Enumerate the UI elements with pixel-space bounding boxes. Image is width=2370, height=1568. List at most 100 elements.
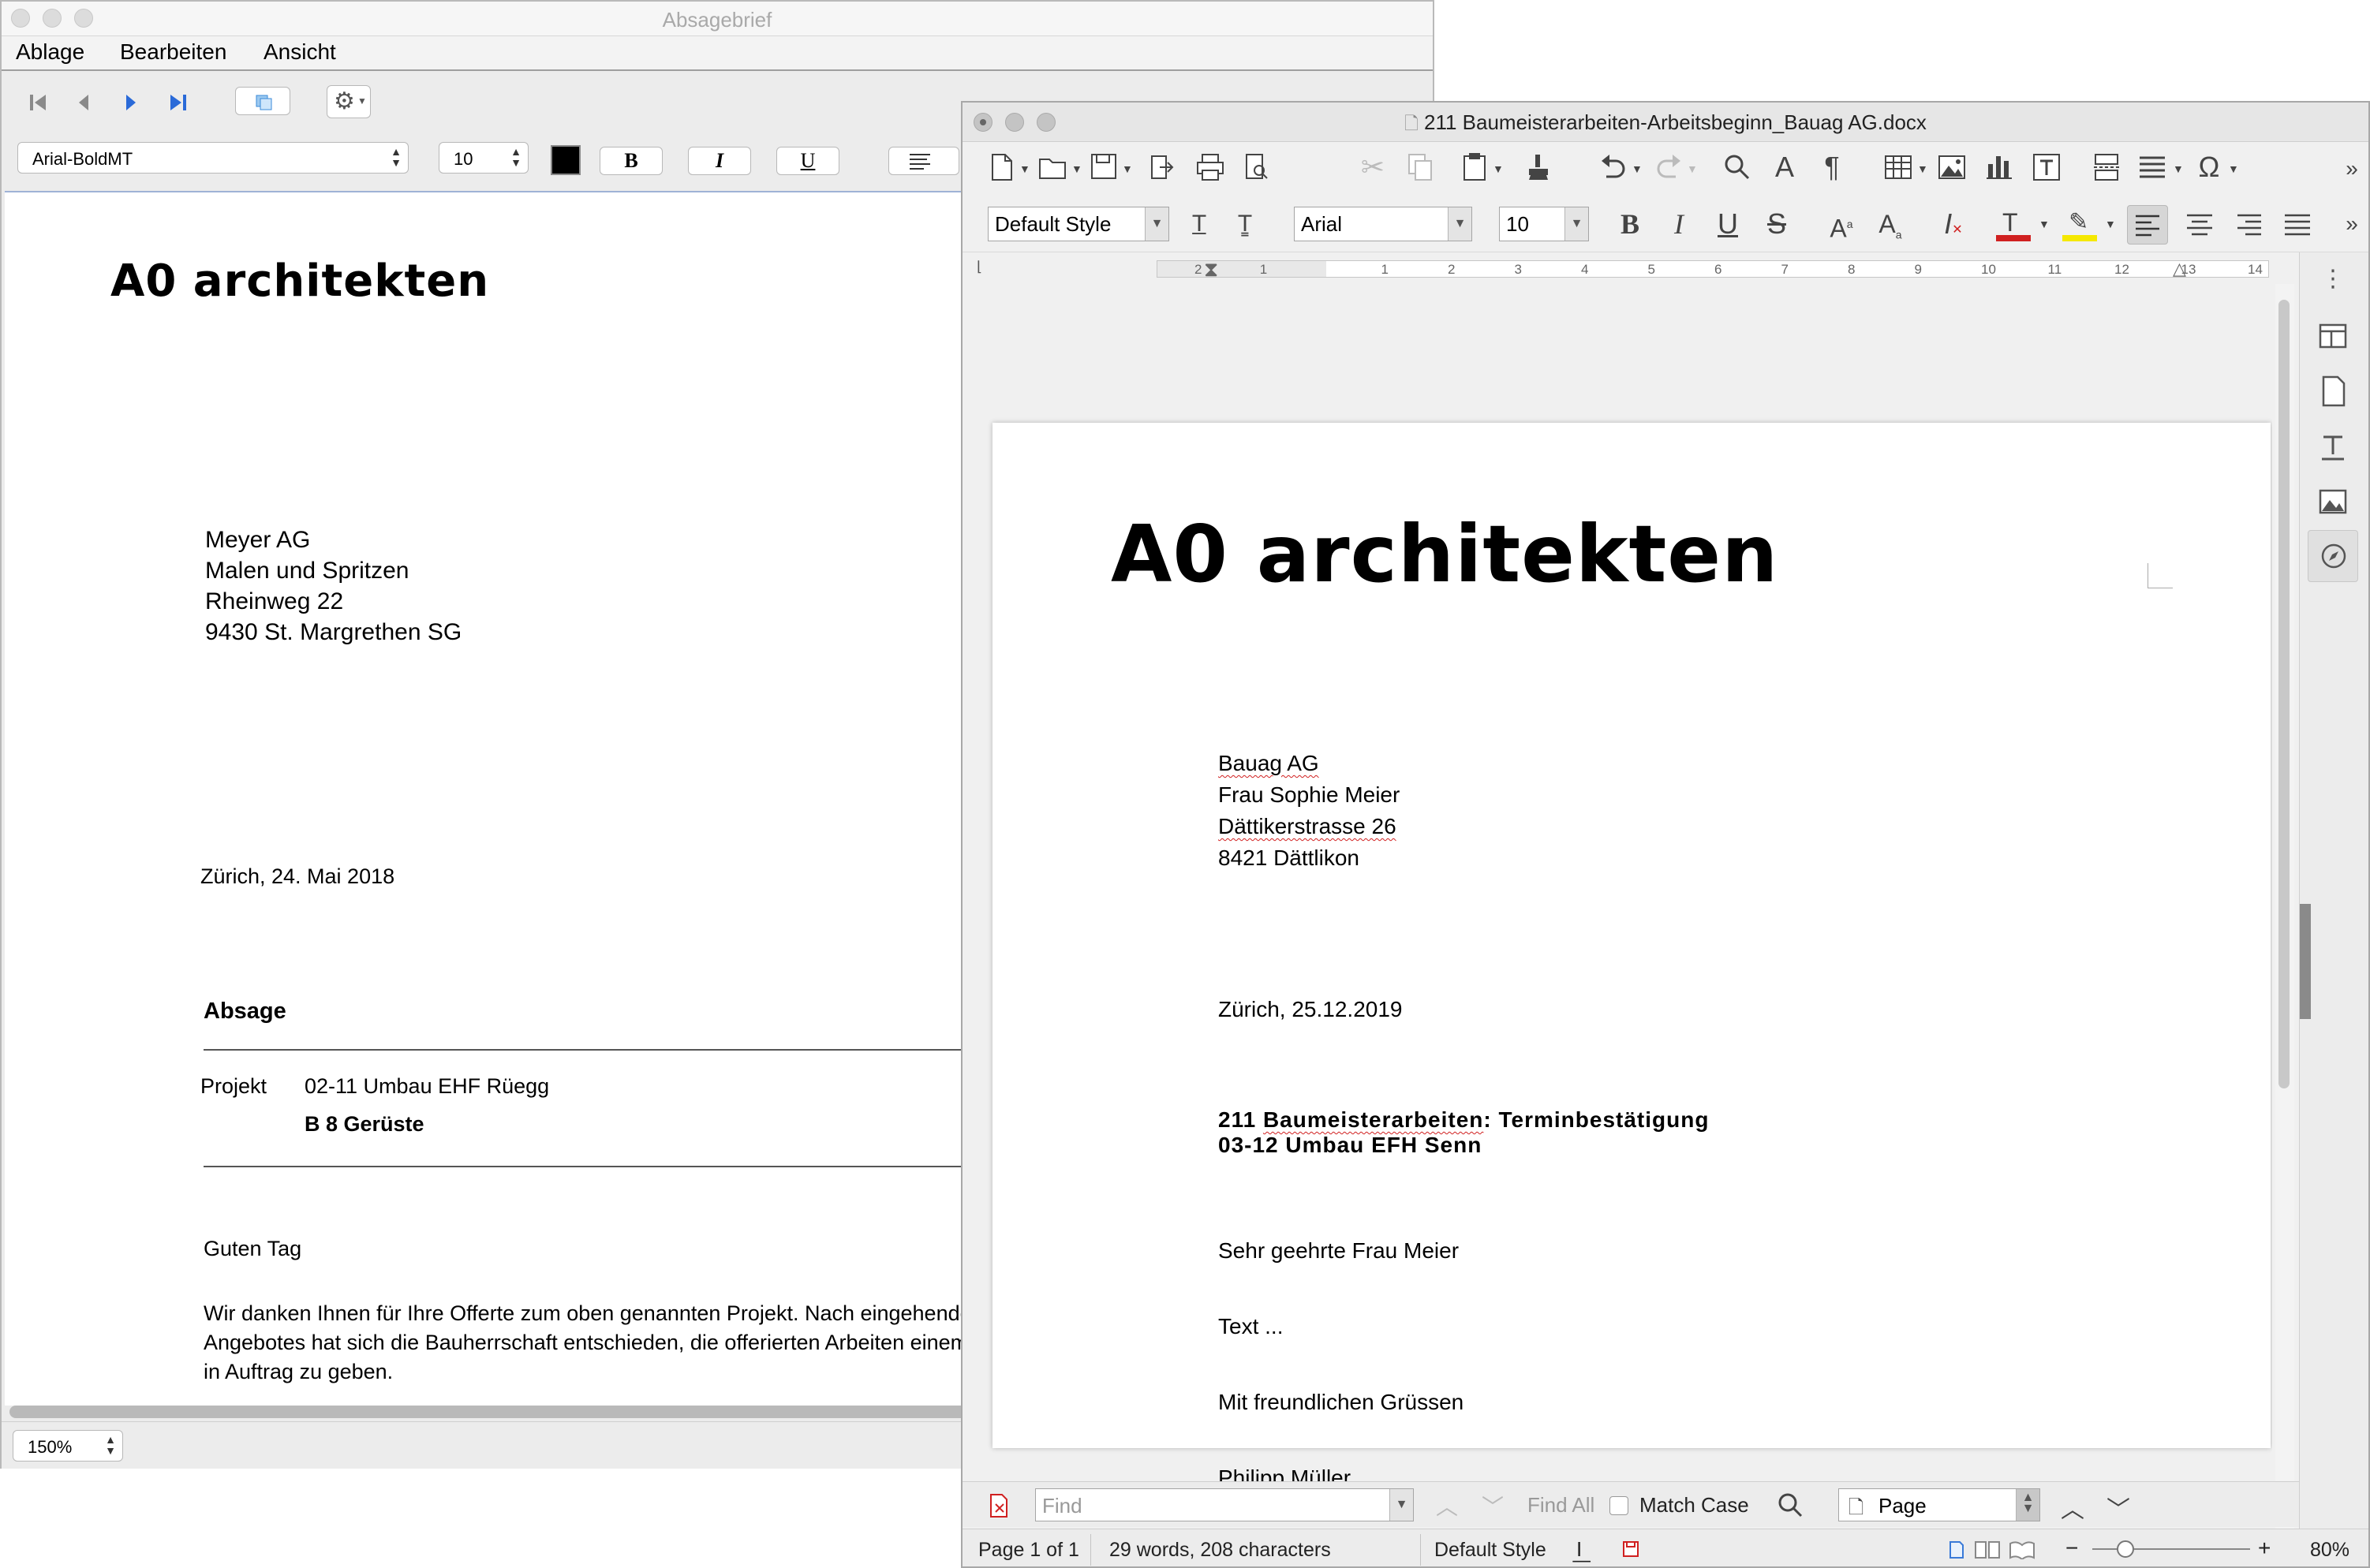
clear-formatting-icon[interactable]: I✕ — [1938, 208, 1969, 246]
underline-button[interactable]: U — [776, 147, 839, 175]
chevron-down-icon[interactable]: ▼ — [1071, 162, 1082, 175]
superscript-icon[interactable]: Aa — [1826, 208, 1857, 245]
vertical-scrollbar[interactable] — [2275, 284, 2294, 1562]
close-find-bar-icon[interactable] — [986, 1493, 1011, 1518]
next-element-icon[interactable]: ﹀ — [2106, 1490, 2130, 1525]
page-style[interactable]: Default Style — [1434, 1539, 1546, 1562]
font-size-select[interactable]: 10 ▼ — [1499, 207, 1589, 241]
insert-table-icon[interactable] — [1884, 153, 1912, 181]
print-preview-icon[interactable] — [1243, 153, 1270, 181]
spelling-icon[interactable]: A — [1770, 151, 1799, 183]
paragraph-style-select[interactable]: Default Style ▼ — [988, 207, 1169, 241]
formatting-marks-icon[interactable]: ¶ — [1818, 151, 1846, 183]
chevron-down-icon[interactable]: ▼ — [2039, 218, 2050, 230]
first-record-icon[interactable] — [27, 91, 49, 114]
chevron-down-icon[interactable]: ▼ — [1122, 162, 1133, 175]
chevron-down-icon[interactable]: ▼ — [1493, 162, 1504, 175]
new-document-icon[interactable] — [989, 153, 1015, 181]
page-icon[interactable] — [2314, 372, 2352, 410]
find-replace-icon[interactable] — [1723, 153, 1751, 181]
clone-formatting-icon[interactable] — [1526, 153, 1551, 181]
find-next-icon[interactable]: ﹀ — [1482, 1490, 1504, 1521]
zoom-level[interactable]: 80% — [2310, 1539, 2349, 1562]
special-character-icon[interactable]: Ω — [2195, 151, 2223, 183]
chevron-down-icon[interactable]: ▼ — [1019, 162, 1030, 175]
update-style-icon[interactable]: T̲ — [1183, 208, 1215, 240]
document-modified-icon[interactable] — [1622, 1540, 1639, 1558]
highlight-color-button[interactable]: ✎ — [2062, 208, 2100, 243]
next-record-icon[interactable] — [120, 91, 142, 114]
export-pdf-icon[interactable] — [1149, 153, 1176, 181]
properties-icon[interactable] — [2314, 317, 2352, 355]
bold-button[interactable]: B — [1614, 208, 1646, 240]
previous-record-icon[interactable] — [73, 91, 95, 114]
title-bar[interactable]: 🗋 211 Baumeisterarbeiten-Arbeitsbeginn_B… — [963, 103, 2368, 142]
align-center-icon[interactable] — [2187, 213, 2212, 237]
justify-icon[interactable] — [2285, 213, 2310, 237]
new-style-icon[interactable]: T̳ — [1229, 208, 1261, 240]
copy-button[interactable] — [235, 87, 290, 115]
redo-icon[interactable] — [1655, 153, 1682, 181]
find-input[interactable]: Find ▼ — [1035, 1488, 1414, 1521]
styles-icon[interactable] — [2314, 427, 2352, 465]
insert-field-icon[interactable] — [2138, 153, 2166, 181]
insert-textbox-icon[interactable] — [2032, 153, 2061, 181]
find-all-button[interactable]: Find All — [1527, 1493, 1594, 1518]
chevron-down-icon[interactable]: ▼ — [2173, 162, 2184, 175]
underline-button[interactable]: U — [1712, 208, 1744, 240]
cut-icon[interactable]: ✂ — [1359, 151, 1387, 183]
copy-icon[interactable] — [1407, 153, 1434, 181]
zoom-slider[interactable] — [2092, 1548, 2250, 1550]
page-break-icon[interactable] — [2092, 153, 2121, 181]
right-indent-icon[interactable]: △ — [2173, 259, 2186, 279]
settings-button[interactable]: ⚙ ▼ — [327, 85, 371, 118]
chevron-down-icon[interactable]: ▼ — [1687, 162, 1698, 175]
bold-button[interactable]: B — [600, 147, 663, 175]
strikethrough-button[interactable]: S — [1761, 208, 1792, 240]
navigator-button[interactable] — [2308, 530, 2358, 582]
zoom-select[interactable]: 150% ▲ ▼ — [13, 1430, 123, 1462]
print-icon[interactable] — [1196, 153, 1224, 181]
italic-button[interactable]: I — [688, 147, 751, 175]
insert-image-icon[interactable] — [1938, 153, 1966, 181]
zoom-slider-handle[interactable] — [2117, 1540, 2134, 1558]
save-icon[interactable] — [1090, 153, 1117, 180]
font-color-button[interactable]: T — [1996, 208, 2034, 243]
toolbar-overflow-icon[interactable]: » — [2340, 208, 2364, 240]
align-right-icon[interactable] — [2236, 213, 2261, 237]
word-count[interactable]: 29 words, 208 characters — [1109, 1539, 1331, 1562]
vertical-scroll-thumb[interactable] — [2278, 300, 2290, 1088]
tab-stop-icon[interactable]: ⌊ — [977, 259, 982, 275]
menu-ablage[interactable]: Ablage — [16, 39, 84, 65]
single-page-view-icon[interactable] — [1949, 1540, 1964, 1559]
open-folder-icon[interactable] — [1038, 155, 1067, 180]
text-color-well[interactable] — [551, 145, 581, 175]
horizontal-ruler[interactable]: ⌊ 211234567891011121314151617 ⧗ △ — [963, 252, 2329, 284]
font-size-select[interactable]: 10 ▲ ▼ — [439, 142, 529, 174]
document-page[interactable]: A0 architekten Bauag AG Frau Sophie Meie… — [992, 423, 2271, 1490]
paste-icon[interactable] — [1461, 153, 1488, 181]
book-view-icon[interactable] — [2009, 1540, 2035, 1559]
find-previous-icon[interactable]: ︿ — [1436, 1490, 1458, 1521]
sidebar-menu-icon[interactable]: ⋮ — [2314, 260, 2352, 298]
zoom-out-icon[interactable]: − — [2065, 1536, 2078, 1561]
font-name-select[interactable]: Arial ▼ — [1294, 207, 1472, 241]
chevron-down-icon[interactable]: ▼ — [2228, 162, 2239, 175]
align-left-button[interactable] — [2127, 205, 2168, 245]
multi-page-view-icon[interactable] — [1974, 1540, 2001, 1559]
subscript-icon[interactable]: Aa — [1875, 208, 1906, 250]
gallery-icon[interactable] — [2314, 483, 2352, 521]
menu-bearbeiten[interactable]: Bearbeiten — [120, 39, 226, 65]
page-count[interactable]: Page 1 of 1 — [978, 1539, 1079, 1562]
chevron-down-icon[interactable]: ▼ — [1632, 162, 1643, 175]
search-scope-select[interactable]: 🗋 Page ▲ ▼ — [1838, 1488, 2040, 1521]
italic-button[interactable]: I — [1663, 208, 1695, 240]
chevron-down-icon[interactable]: ▼ — [1917, 162, 1928, 175]
chevron-down-icon[interactable]: ▼ — [2105, 218, 2116, 230]
last-record-icon[interactable] — [167, 91, 189, 114]
menu-ansicht[interactable]: Ansicht — [264, 39, 336, 65]
toolbar-overflow-icon[interactable]: » — [2340, 153, 2364, 185]
title-bar[interactable]: Absagebrief — [2, 2, 1433, 36]
document-area[interactable]: A0 architekten Bauag AG Frau Sophie Meie… — [963, 284, 2272, 1565]
sidebar-collapse-handle[interactable] — [2300, 904, 2311, 1019]
